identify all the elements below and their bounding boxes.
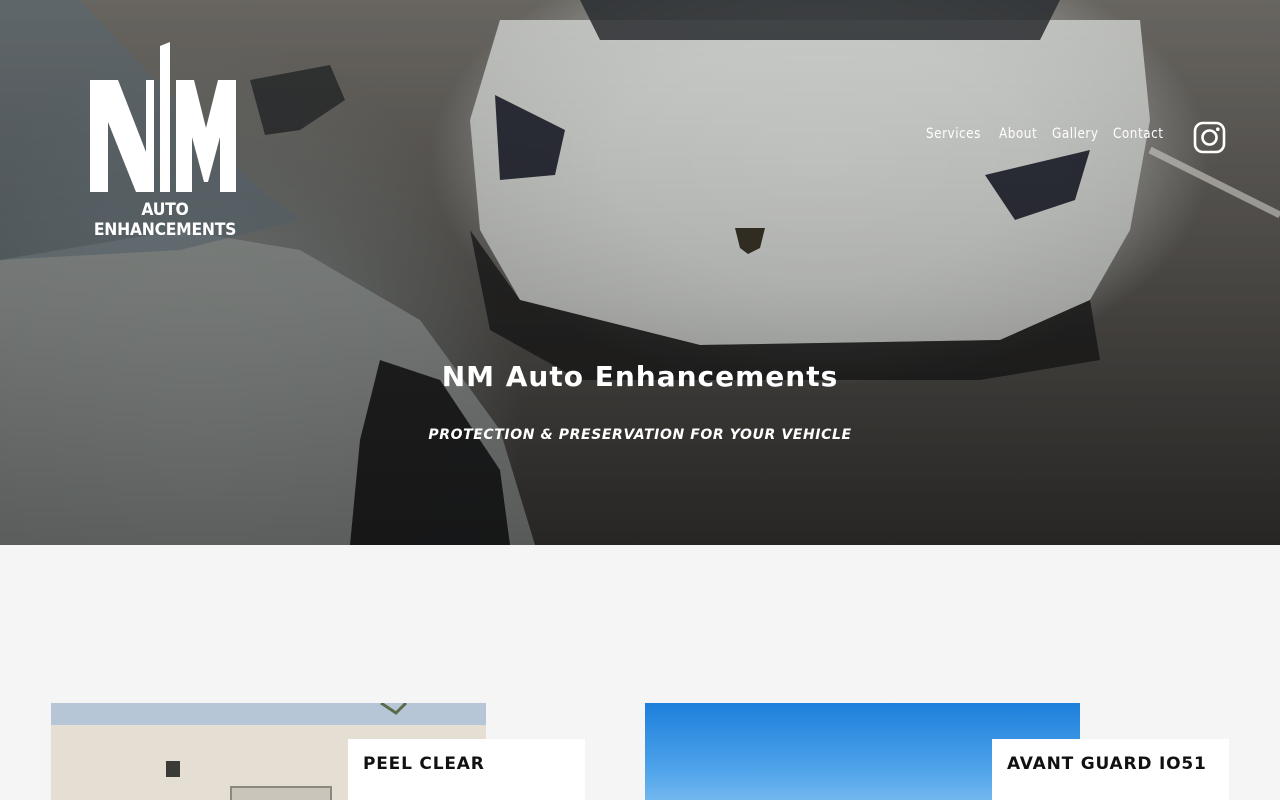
hero-subtitle: PROTECTION & PRESERVATION FOR YOUR VEHIC… bbox=[428, 427, 852, 443]
nav-link-contact[interactable]: Contact bbox=[1113, 126, 1163, 142]
nav-link-services[interactable]: Services bbox=[926, 126, 980, 142]
nm-logo-mark bbox=[90, 42, 236, 192]
site-logo[interactable]: AUTO ENHANCEMENTS bbox=[70, 42, 260, 240]
instagram-icon[interactable] bbox=[1193, 121, 1226, 154]
service-card-title-avant-guard[interactable]: AVANT GUARD IO51 bbox=[992, 739, 1229, 800]
nav-link-about[interactable]: About bbox=[999, 126, 1037, 142]
service-card-title-peel-clear[interactable]: PEEL CLEAR bbox=[348, 739, 585, 800]
nav-link-gallery[interactable]: Gallery bbox=[1052, 126, 1098, 142]
hero-title: NM Auto Enhancements bbox=[441, 360, 839, 393]
logo-wordmark: AUTO ENHANCEMENTS bbox=[93, 200, 237, 240]
hero-section: AUTO ENHANCEMENTS Services About Gallery… bbox=[0, 0, 1280, 545]
main-nav: Services About Gallery Contact bbox=[926, 126, 1165, 142]
